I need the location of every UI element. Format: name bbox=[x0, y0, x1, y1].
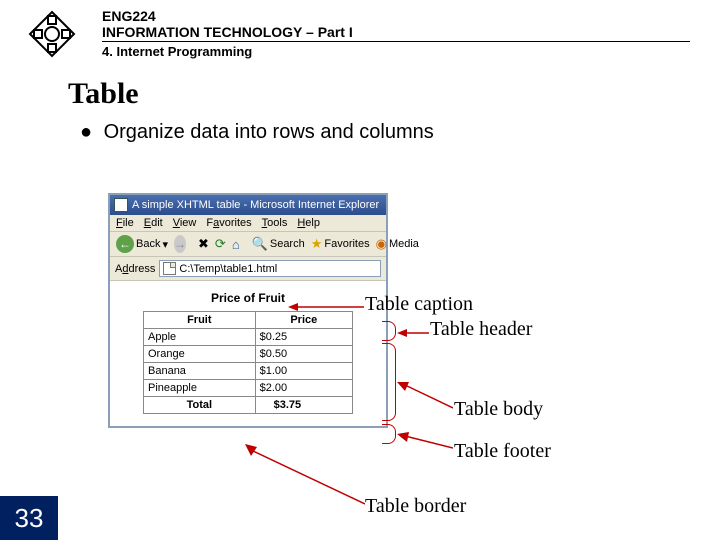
search-button[interactable]: 🔍 Search bbox=[252, 236, 305, 252]
menu-file[interactable]: File bbox=[116, 217, 134, 229]
brace-body bbox=[382, 343, 396, 421]
chevron-down-icon: ▾ bbox=[162, 238, 168, 251]
address-value: C:\Temp\table1.html bbox=[179, 263, 277, 275]
back-label: Back bbox=[136, 238, 160, 250]
brace-footer bbox=[382, 424, 396, 444]
table-row: Apple$0.25 bbox=[144, 329, 353, 346]
course-section: 4. Internet Programming bbox=[102, 44, 720, 59]
arrow-body bbox=[397, 380, 453, 414]
bullet-icon: ● bbox=[80, 121, 98, 144]
media-icon: ◉ bbox=[376, 236, 387, 252]
address-input[interactable]: C:\Temp\table1.html bbox=[159, 260, 381, 277]
window-title: A simple XHTML table - Microsoft Interne… bbox=[132, 199, 379, 211]
tool-bar: ← Back ▾ → ✖ ⟳ ⌂ 🔍 Search ★ Favorites ◉ … bbox=[110, 232, 386, 257]
file-icon bbox=[163, 262, 176, 275]
arrow-header bbox=[397, 328, 429, 338]
menu-tools[interactable]: Tools bbox=[262, 217, 288, 229]
annot-caption: Table caption bbox=[365, 293, 473, 316]
arrow-footer bbox=[397, 432, 453, 452]
search-icon: 🔍 bbox=[252, 236, 268, 252]
bullet-item: ● Organize data into rows and columns bbox=[80, 121, 720, 144]
back-arrow-icon: ← bbox=[116, 235, 134, 253]
course-title: INFORMATION TECHNOLOGY – Part I bbox=[102, 24, 690, 42]
address-label: Address bbox=[115, 263, 155, 275]
table-footer-row: Total $3.75 bbox=[144, 397, 353, 414]
star-icon: ★ bbox=[311, 236, 323, 252]
table-header-row: Fruit Price bbox=[144, 312, 353, 329]
forward-button[interactable]: → bbox=[174, 235, 186, 253]
media-label: Media bbox=[389, 238, 419, 250]
th-price: Price bbox=[255, 312, 352, 329]
table-row: Orange$0.50 bbox=[144, 346, 353, 363]
window-title-bar: A simple XHTML table - Microsoft Interne… bbox=[110, 195, 386, 215]
home-icon[interactable]: ⌂ bbox=[232, 237, 240, 252]
course-code: ENG224 bbox=[102, 8, 720, 24]
address-bar: Address C:\Temp\table1.html bbox=[110, 257, 386, 281]
page-number: 33 bbox=[0, 496, 58, 540]
slide-title: Table bbox=[68, 77, 720, 111]
fruit-table: Fruit Price Apple$0.25 Orange$0.50 Banan… bbox=[143, 311, 353, 414]
ie-icon bbox=[114, 198, 128, 212]
menu-favorites[interactable]: Favorites bbox=[206, 217, 251, 229]
refresh-icon[interactable]: ⟳ bbox=[215, 236, 226, 252]
media-button[interactable]: ◉ Media bbox=[376, 236, 419, 252]
menu-view[interactable]: View bbox=[173, 217, 197, 229]
arrow-border bbox=[245, 444, 365, 508]
favorites-button[interactable]: ★ Favorites bbox=[311, 236, 370, 252]
back-button[interactable]: ← Back ▾ bbox=[116, 235, 168, 253]
stop-icon[interactable]: ✖ bbox=[198, 236, 209, 252]
total-value: $3.75 bbox=[255, 397, 352, 414]
annot-border: Table border bbox=[365, 495, 466, 518]
arrow-caption bbox=[288, 302, 364, 312]
brace-header bbox=[382, 321, 396, 341]
table-row: Banana$1.00 bbox=[144, 363, 353, 380]
annot-header: Table header bbox=[430, 318, 532, 341]
bullet-text: Organize data into rows and columns bbox=[104, 121, 434, 143]
th-fruit: Fruit bbox=[144, 312, 256, 329]
menu-edit[interactable]: Edit bbox=[144, 217, 163, 229]
search-label: Search bbox=[270, 238, 305, 250]
annot-footer: Table footer bbox=[454, 440, 551, 463]
total-label: Total bbox=[144, 397, 256, 414]
institution-logo bbox=[28, 10, 76, 58]
menu-bar: File Edit View Favorites Tools Help bbox=[110, 215, 386, 232]
menu-help[interactable]: Help bbox=[297, 217, 320, 229]
table-row: Pineapple$2.00 bbox=[144, 380, 353, 397]
annot-body: Table body bbox=[454, 398, 543, 421]
favorites-label: Favorites bbox=[324, 238, 369, 250]
